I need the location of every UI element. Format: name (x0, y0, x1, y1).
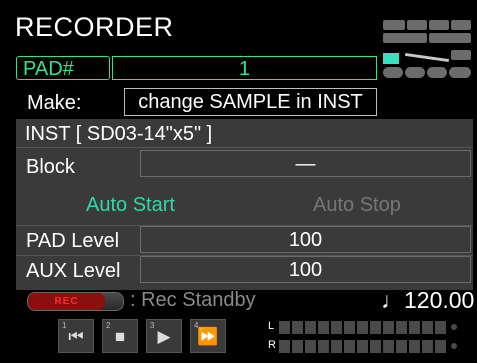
meter-segment (396, 321, 407, 334)
block-label: Block (26, 156, 75, 178)
meter-segment (370, 340, 381, 353)
rec-status: : Rec Standby (130, 289, 256, 311)
fast-forward-icon: ⏩ (197, 327, 219, 346)
meter-segment (292, 340, 303, 353)
stop-button[interactable]: 2 ■ (102, 319, 138, 353)
meter-segment (279, 321, 290, 334)
meter-segment (279, 340, 290, 353)
meter-segment (305, 340, 316, 353)
meter-segment (422, 340, 433, 353)
pad-number-label: PAD# (16, 56, 110, 80)
pad-layout-icon (383, 20, 471, 78)
tempo-display: ♩120.00 (381, 287, 475, 313)
meter-segment (331, 321, 342, 334)
rec-button[interactable]: REC (27, 292, 124, 311)
rewind-icon: ⏮ (68, 327, 84, 346)
block-field[interactable]: — (140, 150, 471, 177)
meter-segment (409, 340, 420, 353)
meter-segment (435, 340, 446, 353)
stop-icon: ■ (114, 327, 126, 346)
meter-left-label: L (268, 320, 275, 332)
meter-segment (357, 321, 368, 334)
fast-forward-button[interactable]: 4 ⏩ (190, 319, 226, 353)
play-button[interactable]: 3 ▶ (146, 319, 182, 353)
meter-peak-indicator (451, 324, 457, 330)
pad-number-field[interactable]: 1 (112, 56, 377, 80)
meter-segment (318, 340, 329, 353)
meter-segment (409, 321, 420, 334)
meter-segment (331, 340, 342, 353)
aux-level-field[interactable]: 100 (140, 256, 471, 283)
divider (16, 147, 473, 148)
rewind-button[interactable]: 1 ⏮ (58, 319, 94, 353)
auto-stop-toggle[interactable]: Auto Stop (313, 194, 401, 217)
meter-segment (383, 321, 394, 334)
screen-title: RECORDER (15, 12, 174, 42)
meter-segment (318, 321, 329, 334)
meter-peak-indicator (451, 343, 457, 349)
aux-level-label: AUX Level (26, 260, 121, 282)
meter-segment (357, 340, 368, 353)
meter-segment (435, 321, 446, 334)
meter-segment (305, 321, 316, 334)
pad-level-field[interactable]: 100 (140, 226, 471, 253)
rec-button-label: REC (28, 293, 105, 310)
make-mode-selector[interactable]: change SAMPLE in INST (124, 88, 377, 116)
meter-segment (292, 321, 303, 334)
play-icon: ▶ (157, 327, 171, 346)
meter-segment (383, 340, 394, 353)
pad-level-label: PAD Level (26, 230, 120, 252)
meter-segment (422, 321, 433, 334)
meter-segment (344, 321, 355, 334)
meter-segment (344, 340, 355, 353)
meter-segment (370, 321, 381, 334)
meter-segment (396, 340, 407, 353)
instrument-name: INST [ SD03-14"x5" ] (25, 123, 213, 145)
meter-right-label: R (268, 339, 276, 351)
auto-start-toggle[interactable]: Auto Start (86, 194, 175, 217)
make-label: Make: (27, 92, 82, 114)
